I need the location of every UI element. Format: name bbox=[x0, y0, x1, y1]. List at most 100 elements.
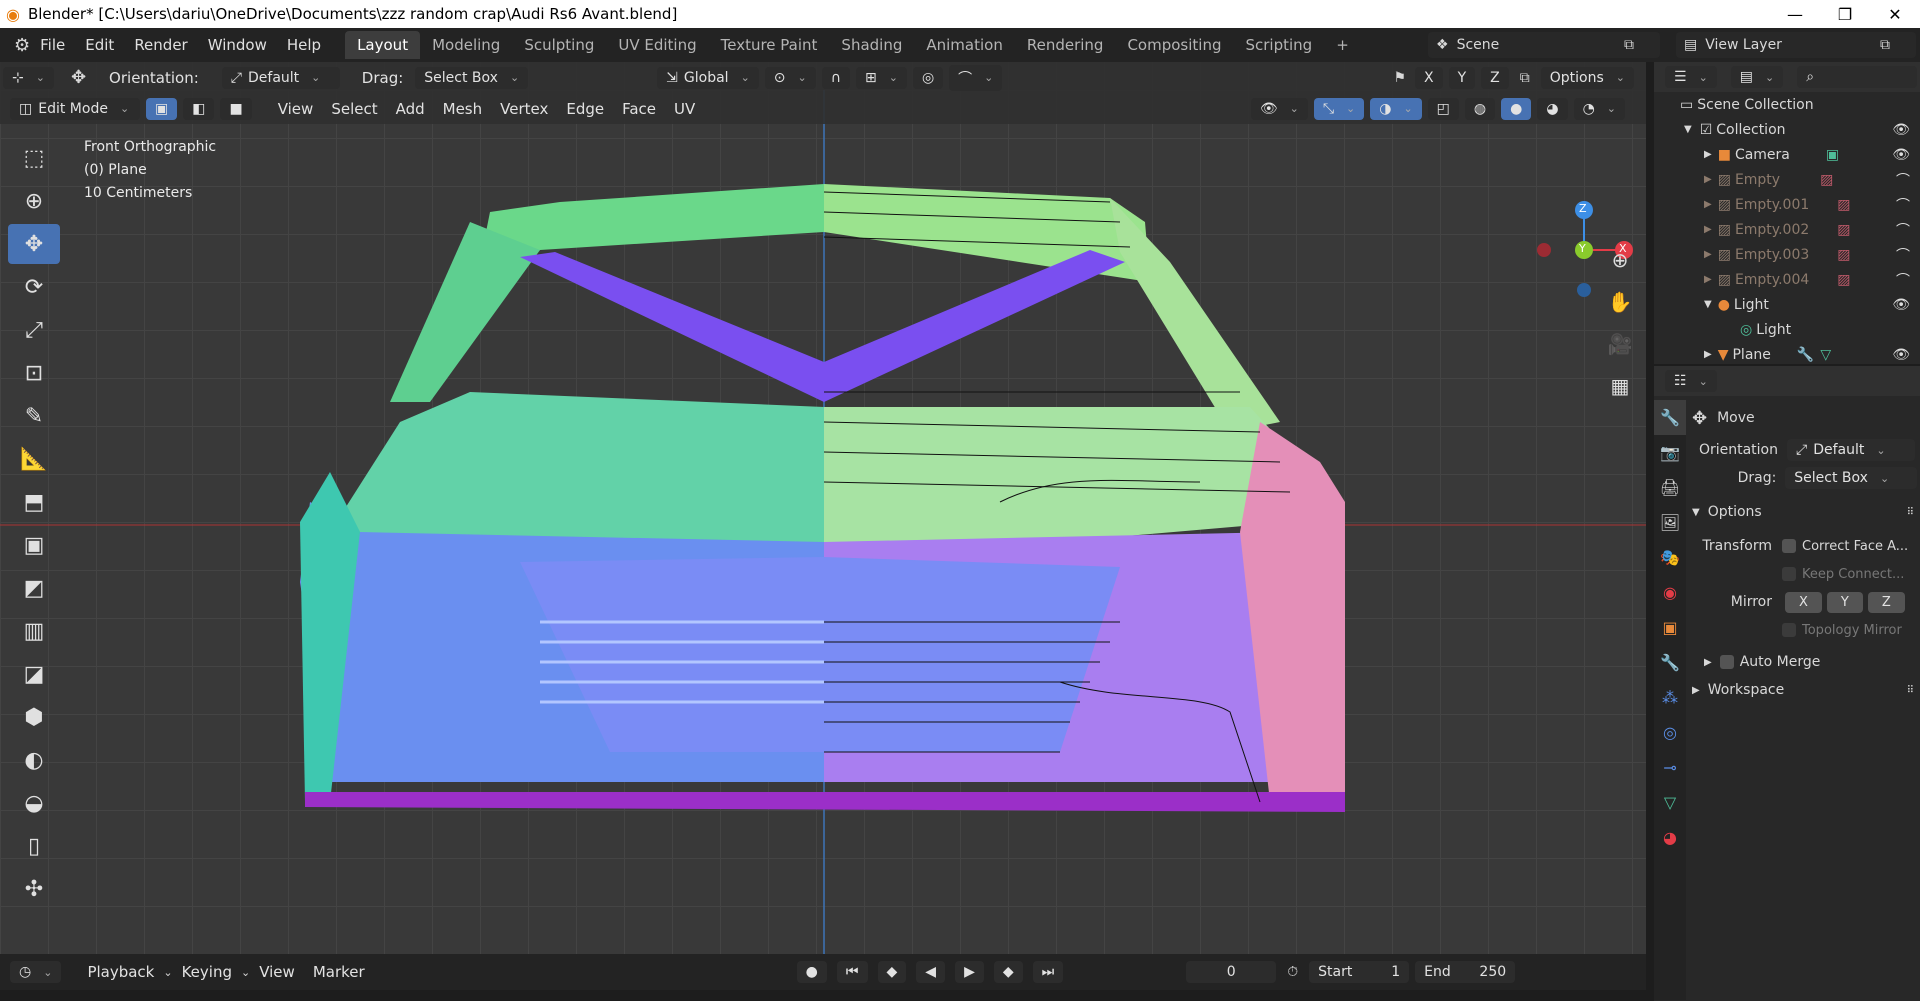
start-frame-field[interactable]: Start 1 bbox=[1309, 961, 1410, 983]
xray-toggle[interactable]: ◰ bbox=[1427, 97, 1459, 120]
scene-tab-icon[interactable]: 🎭 bbox=[1654, 540, 1686, 575]
mirror-prop-y[interactable]: Y bbox=[1826, 591, 1863, 613]
pan-hand-icon[interactable]: ✋ bbox=[1604, 284, 1636, 320]
keying-menu[interactable]: Keying bbox=[173, 963, 241, 981]
view-layer-selector[interactable]: ▤ View Layer ⧉ bbox=[1676, 32, 1916, 58]
gizmo-neg-x-circle[interactable] bbox=[1537, 243, 1551, 257]
collapse-arrow-icon[interactable]: ▶ bbox=[1704, 224, 1712, 235]
move-tool-icon[interactable]: ✥ bbox=[8, 224, 60, 264]
mirror-prop-z[interactable]: Z bbox=[1867, 591, 1905, 613]
auto-merge-subpanel[interactable]: ▶ Auto Merge bbox=[1692, 648, 1920, 676]
shrink-fatten-tool-icon[interactable]: ✣ bbox=[8, 869, 60, 909]
auto-merge-icon[interactable]: ⧉ bbox=[1520, 70, 1530, 86]
world-tab-icon[interactable]: ◉ bbox=[1654, 575, 1686, 610]
mirror-y-button[interactable]: Y bbox=[1448, 66, 1476, 89]
outliner-row-camera[interactable]: ▶ ■ Camera ▣ 👁 bbox=[1654, 142, 1920, 167]
current-frame-field[interactable]: 0 bbox=[1186, 961, 1277, 983]
orientation-dropdown[interactable]: ⤢ Default bbox=[221, 66, 340, 89]
tab-scripting[interactable]: Scripting bbox=[1233, 31, 1324, 59]
bevel-tool-icon[interactable]: ◩ bbox=[8, 568, 60, 608]
tab-layout[interactable]: Layout bbox=[345, 31, 421, 59]
solid-shading[interactable]: ● bbox=[1501, 97, 1532, 120]
proportional-falloff-dropdown[interactable]: ⌒ bbox=[949, 64, 1003, 91]
options-panel-header[interactable]: ▼ Options ⠿ bbox=[1692, 498, 1920, 526]
scene-name[interactable]: Scene bbox=[1457, 37, 1500, 53]
outliner-row-empty[interactable]: ▶ ▨ Empty ▨ ⌒ bbox=[1654, 167, 1920, 192]
menu-add[interactable]: Add bbox=[387, 100, 434, 118]
expand-arrow-icon[interactable]: ▼ bbox=[1684, 124, 1692, 135]
snap-toggle[interactable]: ∩ bbox=[821, 66, 850, 89]
outliner-scene-collection[interactable]: ▭ Scene Collection bbox=[1654, 92, 1920, 117]
orientation-prop-dropdown[interactable]: ⤢ Default bbox=[1787, 439, 1915, 461]
blender-menu-icon[interactable]: ⚙ bbox=[14, 35, 30, 56]
hidden-eye-icon[interactable]: ⌒ bbox=[1896, 270, 1910, 290]
spin-tool-icon[interactable]: ◐ bbox=[8, 740, 60, 780]
collapse-arrow-icon[interactable]: ▶ bbox=[1704, 349, 1712, 360]
cursor-tool-icon[interactable]: ⊕ bbox=[8, 181, 60, 221]
physics-tab-icon[interactable]: ◎ bbox=[1654, 715, 1686, 750]
outliner-row-plane[interactable]: ▶ ▼ Plane 🔧 ▽ 👁 bbox=[1654, 342, 1920, 367]
tab-modeling[interactable]: Modeling bbox=[420, 31, 512, 59]
drag-prop-dropdown[interactable]: Select Box bbox=[1785, 467, 1917, 489]
transform-tool-icon[interactable]: ⊡ bbox=[8, 353, 60, 393]
rendered-shading[interactable]: ◔ bbox=[1573, 97, 1625, 120]
tab-shading[interactable]: Shading bbox=[829, 31, 914, 59]
edge-slide-tool-icon[interactable]: ▯ bbox=[8, 826, 60, 866]
jump-end-button[interactable]: ⏭ bbox=[1032, 961, 1064, 983]
checkbox-icon[interactable]: ☑ bbox=[1700, 122, 1713, 138]
tab-animation[interactable]: Animation bbox=[914, 31, 1014, 59]
material-shading[interactable]: ◕ bbox=[1537, 97, 1568, 120]
outliner-row-collection[interactable]: ▼ ☑ Collection 👁 bbox=[1654, 117, 1920, 142]
constraints-tab-icon[interactable]: ⊸ bbox=[1654, 750, 1686, 785]
jump-start-button[interactable]: ⏮ bbox=[836, 961, 868, 983]
visibility-eye-icon[interactable]: 👁 bbox=[1892, 122, 1910, 138]
prev-keyframe-button[interactable]: ◆ bbox=[877, 961, 907, 983]
tab-compositing[interactable]: Compositing bbox=[1115, 31, 1233, 59]
hidden-eye-icon[interactable]: ⌒ bbox=[1896, 170, 1910, 190]
collapse-arrow-icon[interactable]: ▶ bbox=[1704, 199, 1712, 210]
bottom-scrollbar[interactable] bbox=[0, 990, 1920, 1001]
edge-select-mode[interactable]: ◧ bbox=[183, 97, 215, 120]
properties-editor-dropdown[interactable]: ☷ bbox=[1665, 370, 1717, 392]
timeline-view-menu[interactable]: View bbox=[250, 963, 304, 981]
mirror-x-button[interactable]: X bbox=[1415, 66, 1443, 89]
mirror-prop-x[interactable]: X bbox=[1785, 591, 1822, 613]
add-workspace-button[interactable]: + bbox=[1324, 31, 1361, 59]
view-layer-tab-icon[interactable]: 🖼 bbox=[1654, 505, 1686, 540]
visibility-dropdown[interactable]: 👁 bbox=[1250, 97, 1308, 120]
gizmo-toggle[interactable]: ⤡ bbox=[1313, 97, 1365, 120]
loop-cut-tool-icon[interactable]: ▥ bbox=[8, 611, 60, 651]
render-tab-icon[interactable]: 📷 bbox=[1654, 435, 1686, 470]
drag-handle-icon[interactable]: ⠿ bbox=[1907, 507, 1914, 518]
menu-edge[interactable]: Edge bbox=[557, 100, 613, 118]
tab-sculpting[interactable]: Sculpting bbox=[512, 31, 606, 59]
outliner-row-empty-001[interactable]: ▶ ▨ Empty.001 ▨ ⌒ bbox=[1654, 192, 1920, 217]
object-tab-icon[interactable]: ▣ bbox=[1654, 610, 1686, 645]
transform-orientation-dropdown[interactable]: ⇲ Global bbox=[657, 66, 759, 89]
new-view-layer-icon[interactable]: ⧉ bbox=[1880, 37, 1890, 53]
menu-help[interactable]: Help bbox=[277, 36, 331, 54]
move-tool-icon[interactable]: ✥ bbox=[71, 67, 86, 88]
gizmo-neg-z-circle[interactable] bbox=[1577, 283, 1591, 297]
workspace-panel-header[interactable]: ▶ Workspace ⠿ bbox=[1692, 676, 1920, 704]
outliner-row-empty-004[interactable]: ▶ ▨ Empty.004 ▨ ⌒ bbox=[1654, 267, 1920, 292]
select-box-tool-icon[interactable]: ⬚ bbox=[8, 138, 60, 178]
snap-target-dropdown[interactable]: ⊞ bbox=[856, 66, 907, 89]
expand-arrow-icon[interactable]: ▼ bbox=[1704, 299, 1712, 310]
play-reverse-button[interactable]: ◀ bbox=[916, 961, 946, 983]
visibility-eye-icon[interactable]: 👁 bbox=[1892, 147, 1910, 163]
playback-menu[interactable]: Playback bbox=[78, 963, 163, 981]
pivot-point-dropdown[interactable]: ⊙ bbox=[764, 66, 816, 89]
drag-dropdown[interactable]: Select Box bbox=[415, 66, 529, 89]
hidden-eye-icon[interactable]: ⌒ bbox=[1896, 195, 1910, 215]
car-mesh[interactable] bbox=[0, 62, 1646, 954]
tab-uv-editing[interactable]: UV Editing bbox=[606, 31, 708, 59]
stopwatch-icon[interactable]: ⏱ bbox=[1287, 964, 1298, 980]
visibility-eye-icon[interactable]: 👁 bbox=[1892, 347, 1910, 363]
knife-tool-icon[interactable]: ◪ bbox=[8, 654, 60, 694]
collapse-arrow-icon[interactable]: ▶ bbox=[1704, 274, 1712, 285]
tab-rendering[interactable]: Rendering bbox=[1015, 31, 1116, 59]
display-mode-dropdown[interactable]: ▤ bbox=[1730, 66, 1784, 88]
tool-tab-icon[interactable]: 🔧 bbox=[1654, 400, 1686, 435]
outliner-row-empty-003[interactable]: ▶ ▨ Empty.003 ▨ ⌒ bbox=[1654, 242, 1920, 267]
